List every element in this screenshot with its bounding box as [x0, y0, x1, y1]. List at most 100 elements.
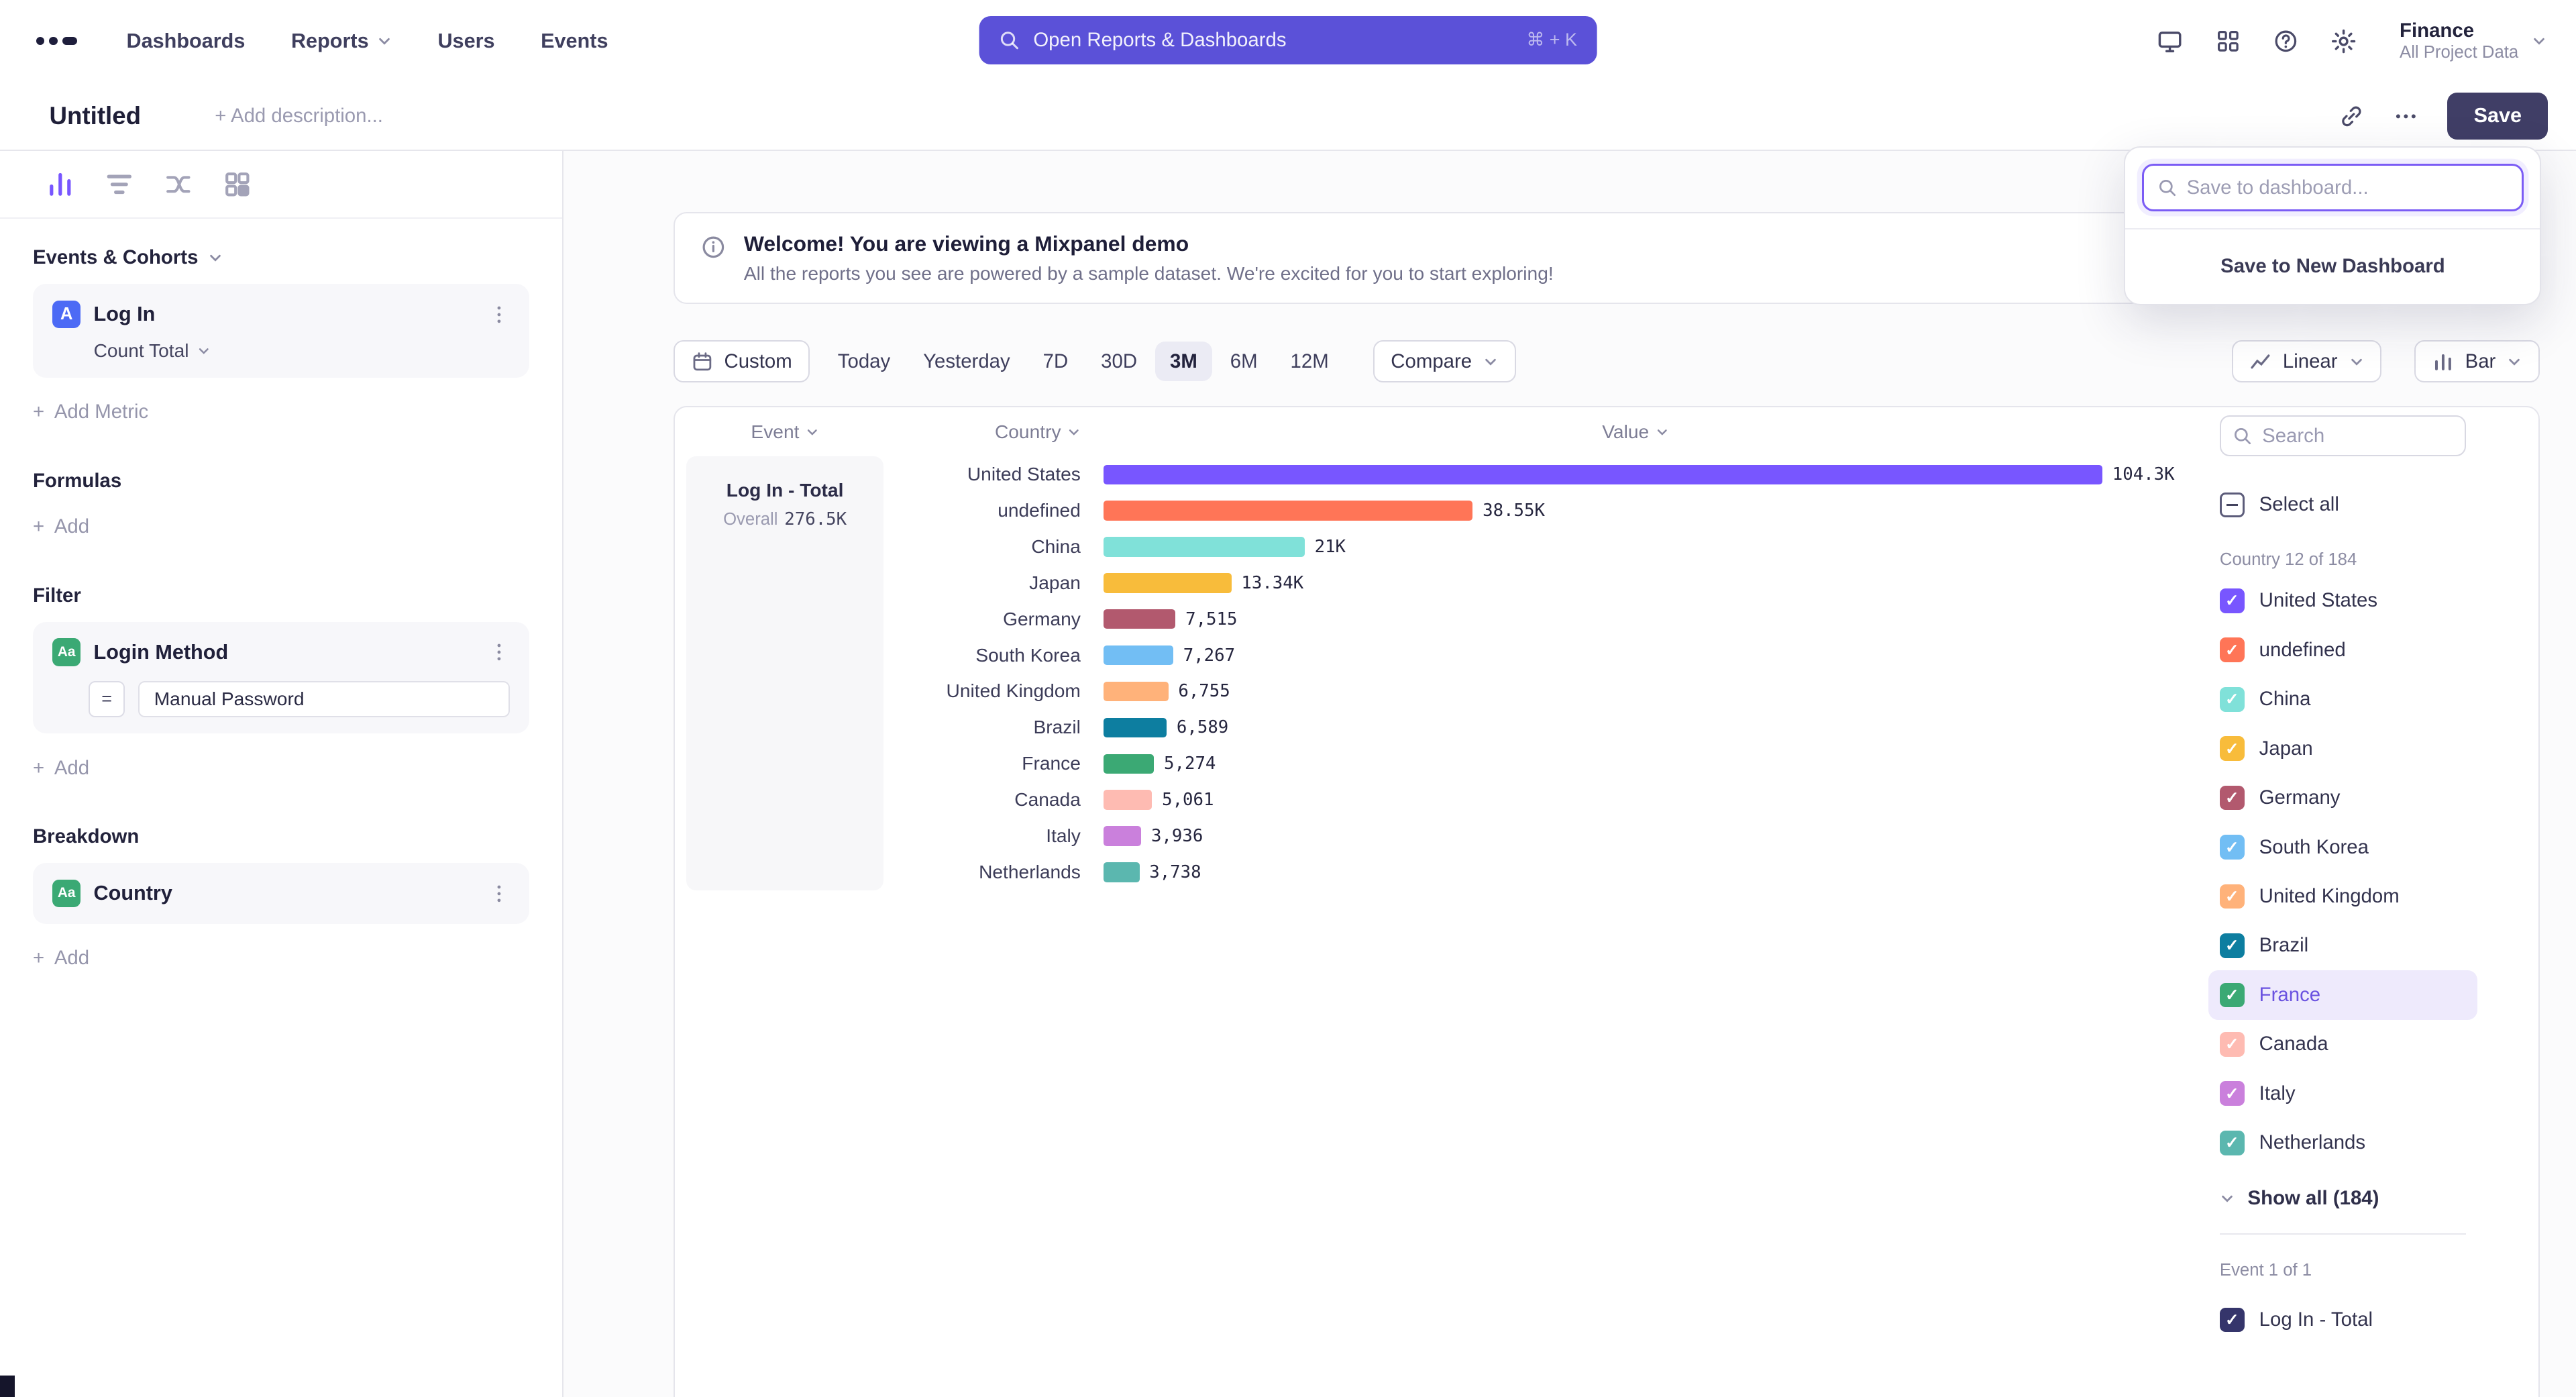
more-options-icon[interactable]: [2394, 104, 2418, 129]
scale-selector-button[interactable]: Linear: [2232, 340, 2381, 382]
copy-link-icon[interactable]: [2339, 104, 2364, 129]
save-to-dashboard-input[interactable]: [2187, 176, 2509, 199]
add-label: Add Metric: [54, 401, 148, 423]
bar-segment[interactable]: [1104, 465, 2102, 484]
country-checkbox-item[interactable]: ✓ South Korea: [2208, 823, 2478, 872]
nav-item-dashboards[interactable]: Dashboards: [126, 30, 245, 53]
global-search[interactable]: Open Reports & Dashboards ⌘ + K: [979, 16, 1597, 64]
country-checkbox[interactable]: ✓: [2220, 1032, 2245, 1057]
range-yesterday[interactable]: Yesterday: [908, 342, 1025, 380]
column-header-country[interactable]: Country: [883, 421, 1081, 443]
bar-segment[interactable]: [1104, 718, 1167, 737]
nav-item-users[interactable]: Users: [437, 30, 494, 53]
filter-operator[interactable]: =: [89, 681, 125, 717]
country-checkbox-item[interactable]: ✓ Netherlands: [2208, 1119, 2478, 1168]
breakdown-property-name[interactable]: Country: [94, 882, 172, 905]
country-checkbox[interactable]: ✓: [2220, 637, 2245, 662]
country-checkbox[interactable]: ✓: [2220, 786, 2245, 811]
settings-gear-icon[interactable]: [2330, 28, 2357, 54]
country-checkbox-item[interactable]: ✓ Italy: [2208, 1069, 2478, 1118]
country-label: Canada: [2259, 1033, 2328, 1055]
nav-item-reports[interactable]: Reports: [291, 30, 392, 53]
chart-type-button[interactable]: Bar: [2414, 340, 2540, 382]
country-checkbox[interactable]: ✓: [2220, 835, 2245, 860]
bar-segment[interactable]: [1104, 682, 1168, 701]
tab-flows-icon[interactable]: [164, 170, 193, 199]
help-icon[interactable]: [2273, 29, 2298, 54]
metric-event-name[interactable]: Log In: [94, 303, 156, 326]
kebab-menu-icon[interactable]: [488, 304, 510, 325]
mixpanel-logo[interactable]: [30, 30, 84, 52]
panel-search-input[interactable]: [2262, 425, 2426, 448]
bar-segment[interactable]: [1104, 537, 1305, 556]
report-title[interactable]: Untitled: [49, 102, 141, 130]
range-3m[interactable]: 3M: [1155, 342, 1212, 380]
filter-property-name[interactable]: Login Method: [94, 641, 229, 664]
kebab-menu-icon[interactable]: [488, 883, 510, 904]
country-checkbox-item[interactable]: ✓ United Kingdom: [2208, 872, 2478, 921]
bar-segment[interactable]: [1104, 645, 1173, 665]
save-to-new-dashboard-item[interactable]: Save to New Dashboard: [2142, 229, 2524, 303]
country-checkbox-item[interactable]: ✓ Japan: [2208, 724, 2478, 773]
add-filter-button[interactable]: +Add: [33, 757, 529, 780]
kebab-menu-icon[interactable]: [488, 641, 510, 663]
column-header-event[interactable]: Event: [686, 421, 883, 443]
country-checkbox[interactable]: ✓: [2220, 933, 2245, 958]
chevron-down-icon[interactable]: [208, 250, 223, 265]
column-header-value[interactable]: Value: [1081, 421, 2190, 443]
tab-insights-icon[interactable]: [46, 170, 74, 199]
bar-segment[interactable]: [1104, 790, 1152, 809]
bar-segment[interactable]: [1104, 609, 1175, 629]
range-7d[interactable]: 7D: [1028, 342, 1083, 380]
tab-retention-icon[interactable]: [223, 170, 252, 199]
add-metric-button[interactable]: + Add Metric: [33, 401, 529, 423]
nav-item-events[interactable]: Events: [541, 30, 608, 53]
country-checkbox-item[interactable]: ✓ United States: [2208, 576, 2478, 625]
country-checkbox-item[interactable]: ✓ Germany: [2208, 773, 2478, 822]
compare-button[interactable]: Compare: [1373, 340, 1516, 382]
country-checkbox[interactable]: ✓: [2220, 983, 2245, 1008]
metric-aggregation[interactable]: Count Total: [52, 340, 509, 362]
bar-track: 6,589: [1081, 717, 2190, 737]
country-checkbox-item[interactable]: ✓ undefined: [2208, 625, 2478, 674]
country-checkbox[interactable]: ✓: [2220, 1081, 2245, 1106]
country-checkbox[interactable]: ✓: [2220, 736, 2245, 761]
country-checkbox[interactable]: ✓: [2220, 588, 2245, 613]
bar-segment[interactable]: [1104, 501, 1472, 520]
country-checkbox-item[interactable]: ✓ France: [2208, 970, 2478, 1019]
popup-search[interactable]: [2142, 164, 2524, 211]
panel-search[interactable]: [2220, 415, 2466, 456]
country-checkbox-item[interactable]: ✓ Brazil: [2208, 921, 2478, 970]
country-checkbox[interactable]: ✓: [2220, 687, 2245, 712]
demo-monitor-icon[interactable]: [2157, 28, 2183, 54]
event-checkbox[interactable]: ✓: [2220, 1308, 2245, 1333]
country-checkbox[interactable]: ✓: [2220, 1131, 2245, 1155]
bar-segment[interactable]: [1104, 826, 1141, 845]
custom-date-range-button[interactable]: Custom: [674, 340, 810, 382]
range-30d[interactable]: 30D: [1086, 342, 1152, 380]
report-description-placeholder[interactable]: + Add description...: [215, 105, 383, 127]
plus-icon: +: [33, 401, 44, 423]
add-breakdown-button[interactable]: +Add: [33, 947, 529, 970]
range-today[interactable]: Today: [823, 342, 905, 380]
select-all-row[interactable]: Select all: [2220, 493, 2466, 517]
bar-segment[interactable]: [1104, 573, 1232, 592]
event-legend-item[interactable]: ✓ Log In - Total: [2220, 1297, 2466, 1343]
plus-icon: +: [33, 947, 44, 970]
country-checkbox[interactable]: ✓: [2220, 884, 2245, 909]
country-checkbox-item[interactable]: ✓ Canada: [2208, 1020, 2478, 1069]
nav-item-label: Users: [437, 30, 494, 53]
save-button[interactable]: Save: [2447, 93, 2548, 139]
country-checkbox-item[interactable]: ✓ China: [2208, 675, 2478, 724]
bar-segment[interactable]: [1104, 862, 1139, 882]
project-switcher[interactable]: Finance All Project Data: [2400, 19, 2546, 63]
apps-grid-icon[interactable]: [2216, 29, 2241, 54]
filter-value[interactable]: Manual Password: [138, 681, 510, 717]
tab-funnels-icon[interactable]: [105, 170, 133, 199]
show-all-toggle[interactable]: Show all (184): [2220, 1187, 2466, 1210]
add-formula-button[interactable]: +Add: [33, 515, 529, 538]
range-6m[interactable]: 6M: [1216, 342, 1273, 380]
bar-segment[interactable]: [1104, 754, 1154, 774]
range-12m[interactable]: 12M: [1276, 342, 1344, 380]
select-all-checkbox[interactable]: [2220, 493, 2245, 517]
